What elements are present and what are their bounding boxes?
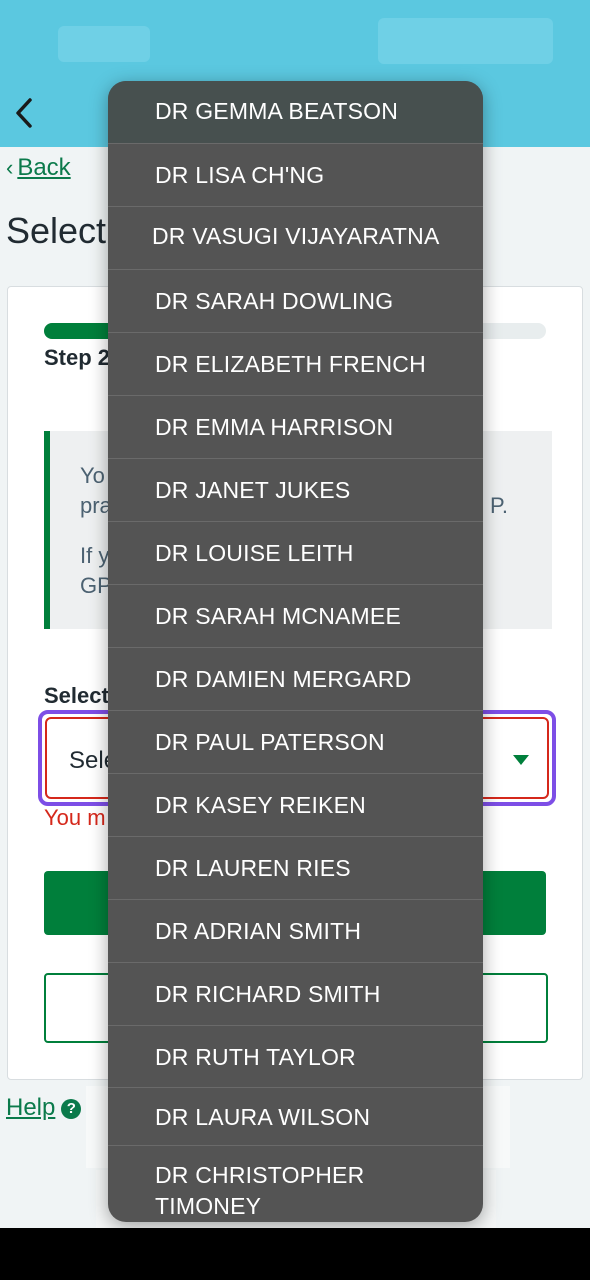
dropdown-option[interactable]: DR CHRISTOPHER TIMONEY (108, 1145, 483, 1222)
dropdown-option[interactable]: DR KASEY REIKEN (108, 773, 483, 836)
dropdown-option[interactable]: DR SARAH DOWLING (108, 269, 483, 332)
dropdown-option[interactable]: DR ADRIAN SMITH (108, 899, 483, 962)
info-text: If y (80, 543, 110, 568)
back-arrow-icon[interactable] (10, 96, 44, 130)
dropdown-option[interactable]: DR PAUL PATERSON (108, 710, 483, 773)
dropdown-option-label: DR LISA CH'NG (155, 162, 325, 188)
gp-dropdown-list[interactable]: DR GEMMA BEATSON DR LISA CH'NG DR VASUGI V… (108, 81, 483, 1222)
dropdown-option-label: DR EMMA HARRISON (155, 414, 394, 440)
dropdown-option-label: DR KASEY REIKEN (155, 792, 366, 818)
dropdown-option[interactable]: DR GEMMA BEATSON (108, 81, 483, 143)
info-text: Yo (80, 463, 105, 488)
dropdown-option[interactable]: DR JANET JUKES (108, 458, 483, 521)
dropdown-option-label: DR LOUISE LEITH (155, 540, 354, 566)
dropdown-option[interactable]: DR LAUREN RIES (108, 836, 483, 899)
dropdown-option-label: DR ELIZABETH FRENCH (155, 351, 426, 377)
dropdown-option-label: DR RUTH TAYLOR (155, 1044, 356, 1070)
dropdown-option-label: DR CHRISTOPHER TIMONEY (155, 1162, 365, 1219)
dropdown-option[interactable]: DR ELIZABETH FRENCH (108, 332, 483, 395)
caret-down-icon (513, 755, 529, 765)
home-indicator-area (0, 1228, 590, 1280)
dropdown-option-label: DR ADRIAN SMITH (155, 918, 362, 944)
error-message: You m (44, 805, 106, 830)
dropdown-option[interactable]: DR LISA CH'NG (108, 143, 483, 206)
help-link-label: Help (6, 1094, 56, 1121)
dropdown-option[interactable]: DR LOUISE LEITH (108, 521, 483, 584)
page-title: Select (6, 210, 107, 251)
step-indicator: Step 2 (44, 345, 111, 370)
question-circle-icon: ? (61, 1099, 82, 1119)
back-link[interactable]: ‹ Back (6, 154, 71, 182)
dropdown-option[interactable]: DR SARAH MCNAMEE (108, 584, 483, 647)
info-text: P. (490, 493, 508, 518)
dropdown-option[interactable]: DR RUTH TAYLOR (108, 1025, 483, 1087)
select-label: Select (44, 683, 109, 708)
header-blurred-element (378, 18, 553, 64)
header-blurred-element (58, 26, 150, 62)
dropdown-option-label: DR LAUREN RIES (155, 855, 351, 881)
back-link-label: Back (17, 154, 71, 181)
dropdown-option-label: DR JANET JUKES (155, 477, 351, 503)
dropdown-option-label: DR PAUL PATERSON (155, 729, 385, 755)
dropdown-option-label: DR DAMIEN MERGARD (155, 666, 412, 692)
dropdown-option[interactable]: DR VASUGI VIJAYARATNA (108, 206, 483, 269)
chevron-left-icon: ‹ (6, 155, 14, 180)
dropdown-option-label: DR SARAH MCNAMEE (155, 603, 402, 629)
dropdown-option[interactable]: DR DAMIEN MERGARD (108, 647, 483, 710)
dropdown-option[interactable]: DR LAURA WILSON (108, 1087, 483, 1145)
dropdown-option-label: DR SARAH DOWLING (155, 288, 394, 314)
dropdown-option[interactable]: DR RICHARD SMITH (108, 962, 483, 1025)
dropdown-option-label: DR VASUGI VIJAYARATNA (152, 223, 440, 249)
help-link[interactable]: Help? (6, 1094, 82, 1122)
dropdown-option-label: DR LAURA WILSON (155, 1104, 371, 1130)
app-screen: ‹ Back Select Step 2 Yo pra P. If y GP Se… (0, 0, 590, 1228)
dropdown-option-label: DR RICHARD SMITH (155, 981, 381, 1007)
dropdown-option-label: DR GEMMA BEATSON (155, 98, 399, 124)
dropdown-option[interactable]: DR EMMA HARRISON (108, 395, 483, 458)
